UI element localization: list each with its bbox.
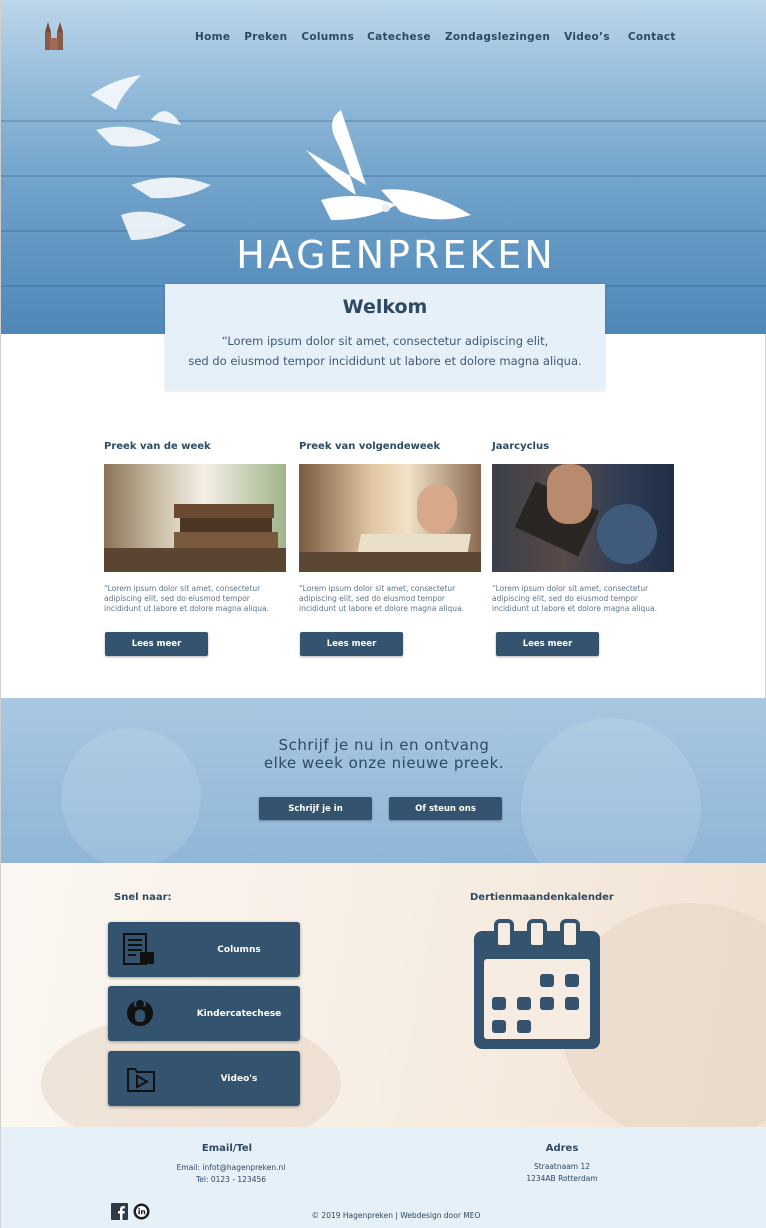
quick-link-label: Columns (217, 944, 261, 955)
nav-item-videos[interactable]: Video’s (564, 31, 610, 43)
card-text: “Lorem ipsum dolor sit amet, consectetur… (104, 584, 270, 613)
welcome-line-2: sed do eiusmod tempor incididunt ut labo… (188, 354, 582, 368)
lees-meer-button-2[interactable]: Lees meer (300, 632, 403, 656)
nav-item-columns[interactable]: Columns (301, 31, 354, 43)
books-image (104, 464, 286, 572)
footer-copyright: © 2019 Hagenpreken | Webdesign door MEO (311, 1211, 481, 1220)
footer-contact-heading: Email/Tel (201, 1143, 253, 1154)
lees-meer-button-3[interactable]: Lees meer (496, 632, 599, 656)
lees-meer-button-1[interactable]: Lees meer (105, 632, 208, 656)
quick-link-label: Kindercatechese (196, 1008, 282, 1019)
main-navigation: Home Preken Columns Catechese Zondagslez… (191, 31, 676, 43)
nav-item-preken[interactable]: Preken (244, 31, 287, 43)
site-title: HAGENPREKEN (236, 233, 556, 277)
footer-phone: Tel: 0123 - 123456 (195, 1175, 267, 1184)
nav-item-contact[interactable]: Contact (628, 31, 676, 43)
child-icon (127, 998, 153, 1026)
welcome-box: Welkom “Lorem ipsum dolor sit amet, cons… (165, 284, 605, 390)
nav-item-zondagslezingen[interactable]: Zondagslezingen (445, 31, 550, 43)
footer: Email/Tel Email: infot@hagenpreken.nl Te… (1, 1127, 766, 1228)
nav-item-catechese[interactable]: Catechese (367, 31, 431, 43)
footer-street: Straatnaam 12 (533, 1162, 591, 1171)
praying-hands-image (299, 464, 481, 572)
church-logo-icon[interactable] (43, 20, 65, 52)
footer-city: 1234AB Rotterdam (526, 1174, 598, 1183)
quick-link-label: Video's (220, 1073, 258, 1084)
newsletter-section: Schrijf je nu in en ontvang elke week on… (1, 698, 766, 863)
nav-item-home[interactable]: Home (195, 31, 230, 43)
linkedin-icon[interactable] (133, 1203, 150, 1220)
bible-hands-image (492, 464, 674, 572)
card-title: Preek van volgendeweek (299, 441, 441, 452)
card-preek-van-volgendeweek: Preek van volgendeweek “Lorem ipsum dolo… (299, 441, 481, 614)
calendar-icon[interactable] (472, 919, 602, 1051)
video-icon (127, 1068, 155, 1092)
card-title: Jaarcyclus (492, 441, 550, 452)
newspaper-icon (123, 933, 154, 965)
welcome-title: Welkom (342, 296, 428, 318)
footer-email[interactable]: Email: infot@hagenpreken.nl (131, 1162, 331, 1174)
card-text: “Lorem ipsum dolor sit amet, consectetur… (492, 584, 658, 613)
subscribe-button[interactable]: Schrijf je in (259, 797, 372, 820)
card-text: “Lorem ipsum dolor sit amet, consectetur… (299, 584, 465, 613)
quick-link-videos[interactable]: Video's (108, 1051, 300, 1106)
support-button[interactable]: Of steun ons (389, 797, 502, 820)
card-title: Preek van de week (104, 441, 211, 452)
quick-links-heading: Snel naar: (114, 892, 172, 903)
quick-link-columns[interactable]: Columns (108, 922, 300, 977)
welcome-line-1: “Lorem ipsum dolor sit amet, consectetur… (221, 334, 549, 348)
newsletter-line-1: Schrijf je nu in en ontvang (278, 736, 490, 754)
footer-address-heading: Adres (545, 1143, 579, 1154)
card-preek-van-de-week: Preek van de week “Lorem ipsum dolor sit… (104, 441, 286, 614)
quick-link-kindercatechese[interactable]: Kindercatechese (108, 986, 300, 1041)
page: Home Preken Columns Catechese Zondagslez… (0, 0, 766, 1228)
facebook-icon[interactable] (111, 1203, 128, 1220)
calendar-heading: Dertienmaandenkalender (470, 892, 614, 903)
welcome-text: “Lorem ipsum dolor sit amet, consectetur… (165, 331, 605, 371)
card-jaarcyclus: Jaarcyclus “Lorem ipsum dolor sit amet, … (492, 441, 674, 614)
newsletter-line-2: elke week onze nieuwe preek. (263, 754, 505, 772)
